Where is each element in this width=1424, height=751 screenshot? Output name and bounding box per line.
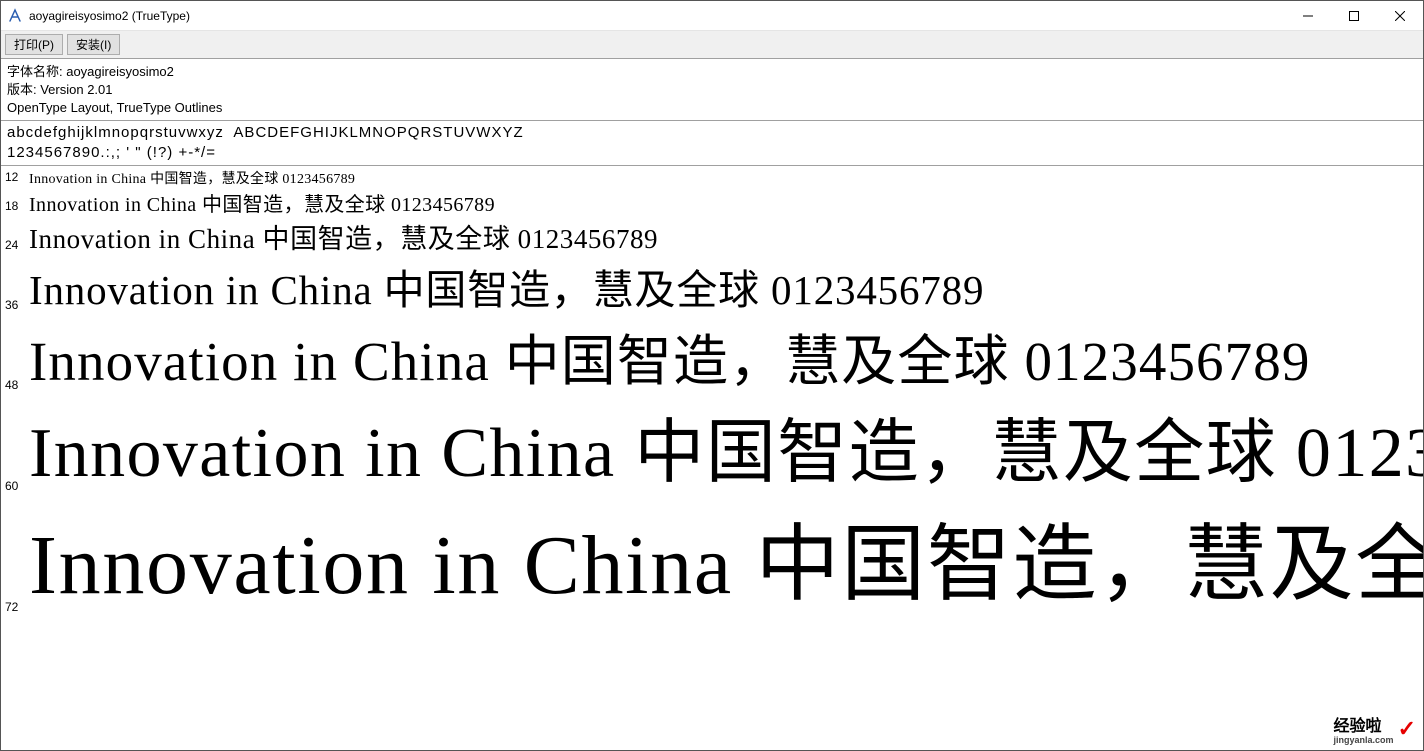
- font-preview-window: aoyagireisyosimo2 (TrueType) 打印(P) 安装(I)…: [0, 0, 1424, 751]
- titlebar: aoyagireisyosimo2 (TrueType): [1, 1, 1423, 31]
- minimize-button[interactable]: [1285, 1, 1331, 30]
- size-label: 12: [5, 170, 29, 188]
- sample-row: 24Innovation in China 中国智造，慧及全球 01234567…: [1, 217, 1423, 256]
- font-metadata: 字体名称: aoyagireisyosimo2 版本: Version 2.01…: [1, 59, 1423, 121]
- sample-row: 72Innovation in China 中国智造，慧及全球 01234567…: [1, 497, 1423, 618]
- size-label: 18: [5, 199, 29, 217]
- window-controls: [1285, 1, 1423, 30]
- font-outline-line: OpenType Layout, TrueType Outlines: [7, 99, 1417, 117]
- charset-preview: abcdefghijklmnopqrstuvwxyz ABCDEFGHIJKLM…: [1, 121, 1423, 167]
- size-label: 24: [5, 238, 29, 256]
- sample-text: Innovation in China 中国智造，慧及全球 0123456789: [29, 396, 1423, 497]
- size-label: 60: [5, 479, 29, 497]
- charset-digits: 1234567890.:,; ' " (!?) +-*/=: [7, 143, 1417, 163]
- size-label: 72: [5, 600, 29, 618]
- size-label: 36: [5, 298, 29, 316]
- sample-text: Innovation in China 中国智造，慧及全球 0123456789: [29, 256, 984, 316]
- sample-text: Innovation in China 中国智造，慧及全球 0123456789: [29, 188, 495, 217]
- close-button[interactable]: [1377, 1, 1423, 30]
- sample-row: 48Innovation in China 中国智造，慧及全球 01234567…: [1, 316, 1423, 396]
- sample-list: 12Innovation in China 中国智造，慧及全球 01234567…: [1, 166, 1423, 750]
- watermark-text: 经验啦: [1334, 718, 1382, 735]
- charset-alpha: abcdefghijklmnopqrstuvwxyz ABCDEFGHIJKLM…: [7, 123, 1417, 143]
- watermark: 经验啦 jingyanla.com ✓: [1334, 712, 1416, 745]
- print-button[interactable]: 打印(P): [5, 34, 63, 55]
- sample-row: 36Innovation in China 中国智造，慧及全球 01234567…: [1, 256, 1423, 316]
- font-name-line: 字体名称: aoyagireisyosimo2: [7, 63, 1417, 81]
- size-label: 48: [5, 378, 29, 396]
- install-button[interactable]: 安装(I): [67, 34, 120, 55]
- sample-text: Innovation in China 中国智造，慧及全球 0123456789: [29, 217, 658, 256]
- sample-row: 12Innovation in China 中国智造，慧及全球 01234567…: [1, 168, 1423, 188]
- sample-text: Innovation in China 中国智造，慧及全球 0123456789: [29, 168, 355, 188]
- check-icon: ✓: [1398, 716, 1416, 742]
- font-version-line: 版本: Version 2.01: [7, 81, 1417, 99]
- maximize-button[interactable]: [1331, 1, 1377, 30]
- sample-text: Innovation in China 中国智造，慧及全球 0123456789: [29, 316, 1310, 396]
- font-app-icon: [7, 8, 23, 24]
- sample-row: 60Innovation in China 中国智造，慧及全球 01234567…: [1, 396, 1423, 497]
- sample-row: 18Innovation in China 中国智造，慧及全球 01234567…: [1, 188, 1423, 217]
- toolbar: 打印(P) 安装(I): [1, 31, 1423, 59]
- watermark-sub: jingyanla.com: [1334, 736, 1394, 745]
- window-title: aoyagireisyosimo2 (TrueType): [29, 9, 1285, 23]
- sample-text: Innovation in China 中国智造，慧及全球 0123456789: [29, 497, 1423, 618]
